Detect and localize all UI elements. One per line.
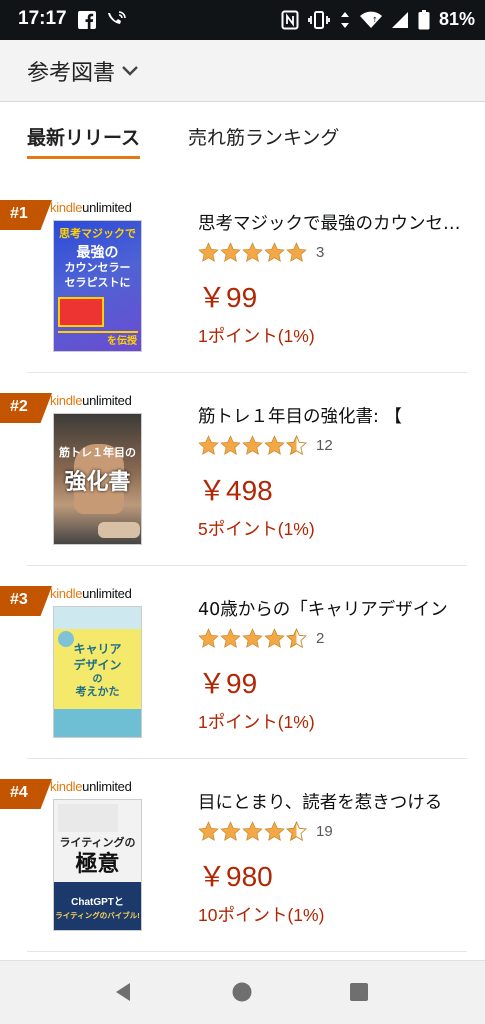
star-full-icon bbox=[242, 628, 263, 648]
rank-badge: #1 bbox=[0, 200, 52, 230]
item-title[interactable]: 目にとまり、読者を惹きつける bbox=[198, 789, 466, 814]
list-item[interactable]: #3 kindleunlimited キャリア デザイン の 考えかた 40歳か… bbox=[0, 566, 485, 759]
system-nav-bar bbox=[0, 960, 485, 1024]
tab-best-sellers[interactable]: 売れ筋ランキング bbox=[188, 123, 339, 150]
rating-count: 12 bbox=[316, 437, 333, 454]
star-full-icon bbox=[198, 821, 219, 841]
wifi-icon: ↑ bbox=[359, 11, 382, 28]
item-title[interactable]: 40歳からの「キャリアデザイン bbox=[198, 596, 466, 621]
star-full-icon bbox=[198, 242, 219, 262]
kindle-unlimited-logo: kindleunlimited bbox=[50, 200, 132, 215]
vibrate-icon bbox=[308, 10, 330, 29]
page-title: 参考図書 bbox=[27, 61, 116, 86]
nfc-icon bbox=[281, 10, 299, 29]
battery-level: 81% bbox=[438, 9, 475, 29]
item-title[interactable]: 思考マジックで最強のカウンセラー bbox=[198, 210, 466, 235]
star-full-icon bbox=[242, 821, 263, 841]
book-cover[interactable]: kindleunlimited 思考マジックで 最強の カウンセラー セラピスト… bbox=[50, 200, 145, 352]
tab-new-releases[interactable]: 最新リリース bbox=[27, 123, 141, 159]
item-points: 10ポイント(1%) bbox=[198, 905, 325, 925]
rating-count: 3 bbox=[316, 244, 325, 261]
item-price: ￥99 bbox=[198, 668, 258, 699]
book-cover[interactable]: kindleunlimited 筋トレ１年目の 強化書 bbox=[50, 393, 145, 545]
star-full-icon bbox=[264, 242, 285, 262]
svg-text:↑: ↑ bbox=[372, 16, 378, 24]
rating-count: 19 bbox=[316, 823, 333, 840]
list-item[interactable]: #2 kindleunlimited 筋トレ１年目の 強化書 筋トレ１年目の強化… bbox=[0, 373, 485, 566]
star-rating[interactable]: 2 bbox=[198, 628, 324, 649]
tab-bar: 最新リリース 売れ筋ランキング bbox=[0, 103, 485, 163]
star-full-icon bbox=[264, 435, 285, 455]
star-full-icon bbox=[264, 628, 285, 648]
star-full-icon bbox=[220, 628, 241, 648]
divider bbox=[27, 951, 467, 952]
back-icon[interactable] bbox=[112, 981, 134, 1003]
item-price: ￥980 bbox=[198, 861, 273, 892]
category-dropdown[interactable]: 参考図書 bbox=[27, 55, 139, 87]
star-full-icon bbox=[264, 821, 285, 841]
star-rating[interactable]: 19 bbox=[198, 821, 333, 842]
page-header: 参考図書 bbox=[0, 40, 485, 102]
recents-icon[interactable] bbox=[348, 981, 370, 1003]
star-full-icon bbox=[198, 435, 219, 455]
chevron-down-icon bbox=[122, 66, 138, 76]
star-full-icon bbox=[242, 242, 263, 262]
star-rating[interactable]: 12 bbox=[198, 435, 333, 456]
rank-badge: #2 bbox=[0, 393, 52, 423]
item-title[interactable]: 筋トレ１年目の強化書: 【 bbox=[198, 403, 466, 428]
star-half-icon bbox=[286, 435, 307, 456]
star-half-icon bbox=[286, 628, 307, 649]
book-cover[interactable]: kindleunlimited ライティングの 極意 ChatGPTと ライティ… bbox=[50, 779, 145, 931]
rank-badge: #4 bbox=[0, 779, 52, 809]
home-icon[interactable] bbox=[231, 981, 253, 1003]
book-cover[interactable]: kindleunlimited キャリア デザイン の 考えかた bbox=[50, 586, 145, 738]
data-arrows-icon bbox=[340, 11, 349, 28]
star-full-icon bbox=[220, 242, 241, 262]
item-price: ￥498 bbox=[198, 475, 273, 506]
wifi-calling-icon bbox=[108, 11, 126, 24]
star-full-icon bbox=[242, 435, 263, 455]
item-points: 1ポイント(1%) bbox=[198, 712, 315, 732]
facebook-icon bbox=[78, 11, 96, 29]
battery-icon bbox=[418, 9, 430, 29]
list-item[interactable]: #1 kindleunlimited 思考マジックで 最強の カウンセラー セラ… bbox=[0, 180, 485, 373]
star-half-icon bbox=[286, 821, 307, 842]
status-time: 17:17 bbox=[18, 8, 67, 29]
star-full-icon bbox=[286, 242, 307, 262]
signal-icon bbox=[391, 11, 408, 28]
rank-badge: #3 bbox=[0, 586, 52, 616]
list-item[interactable]: #4 kindleunlimited ライティングの 極意 ChatGPTと ラ… bbox=[0, 759, 485, 952]
kindle-unlimited-logo: kindleunlimited bbox=[50, 586, 132, 601]
star-full-icon bbox=[198, 628, 219, 648]
star-rating[interactable]: 3 bbox=[198, 242, 324, 263]
item-points: 1ポイント(1%) bbox=[198, 326, 315, 346]
star-full-icon bbox=[220, 435, 241, 455]
status-bar: 17:17 ↑ 81% bbox=[0, 0, 485, 40]
rating-count: 2 bbox=[316, 630, 325, 647]
star-full-icon bbox=[220, 821, 241, 841]
item-price: ￥99 bbox=[198, 282, 258, 313]
item-points: 5ポイント(1%) bbox=[198, 519, 315, 539]
kindle-unlimited-logo: kindleunlimited bbox=[50, 393, 132, 408]
kindle-unlimited-logo: kindleunlimited bbox=[50, 779, 132, 794]
